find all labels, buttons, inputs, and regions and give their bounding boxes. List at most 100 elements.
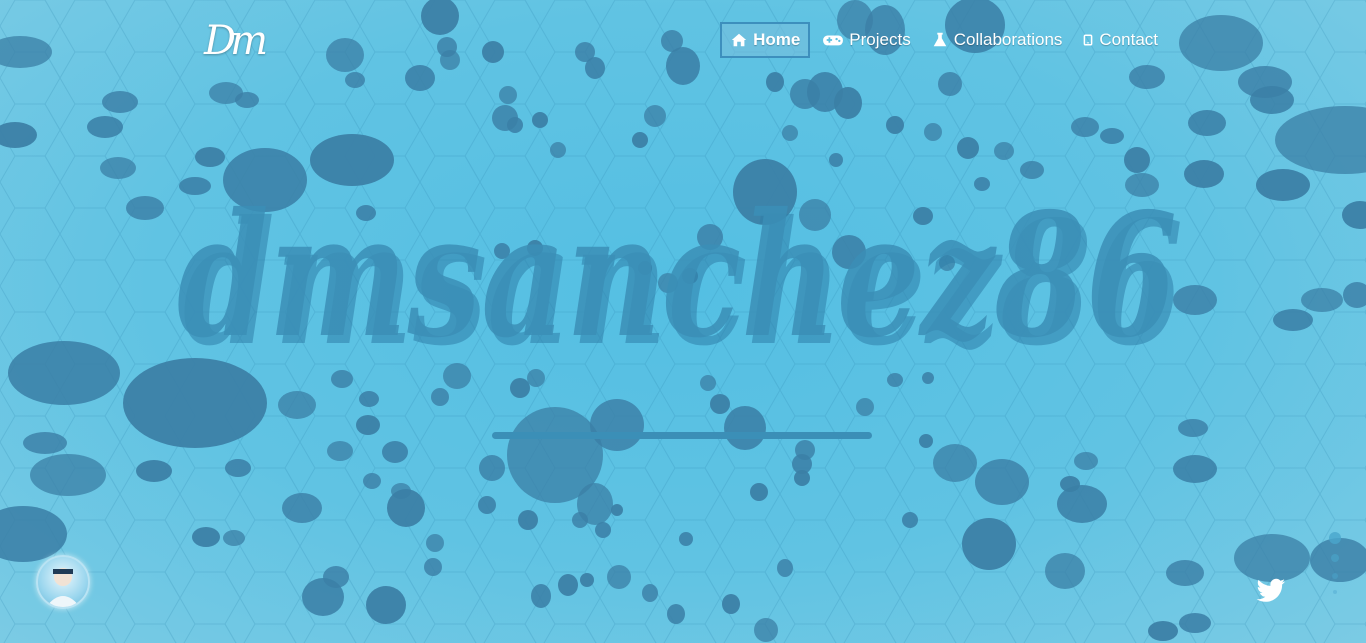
home-icon: [731, 33, 747, 47]
page-indicator-dots: [1329, 532, 1341, 594]
bubble: [345, 72, 365, 88]
bubble: [1301, 288, 1343, 312]
bubble: [482, 41, 504, 63]
bubble: [507, 117, 523, 133]
logo-text: Dm: [204, 18, 268, 64]
bubble: [0, 506, 67, 562]
bubble: [724, 406, 766, 450]
bubble: [856, 398, 874, 416]
hero-underline: [492, 432, 872, 439]
nav-collaborations-label: Collaborations: [953, 30, 1063, 49]
bubble: [782, 125, 798, 141]
bubble: [479, 455, 505, 481]
bubble: [834, 87, 862, 119]
bubble: [679, 532, 693, 546]
nav-home[interactable]: Home: [720, 22, 811, 58]
bubble: [722, 594, 740, 614]
nav-projects[interactable]: Projects: [814, 22, 918, 58]
bubble: [924, 123, 942, 141]
bubble: [1273, 309, 1313, 331]
bubble: [405, 65, 435, 91]
bubble: [1129, 65, 1165, 89]
bubble: [235, 92, 259, 108]
avatar[interactable]: [36, 555, 90, 609]
bubble: [356, 415, 380, 435]
gamepad-icon: [823, 35, 844, 46]
bubble: [327, 441, 353, 461]
bubble: [1100, 128, 1124, 144]
bubble: [642, 584, 658, 602]
bubble: [595, 522, 611, 538]
bubble: [382, 441, 408, 463]
bubble: [1178, 419, 1208, 437]
bubble: [1124, 147, 1150, 173]
hero-title: dmsanchez86 dmsanchez86: [177, 176, 1183, 384]
bubble: [766, 72, 784, 92]
bubble: [326, 38, 364, 72]
bubble: [558, 574, 578, 596]
bubble: [1074, 452, 1098, 470]
bubble: [23, 432, 67, 454]
bubble: [829, 153, 843, 167]
bubble: [632, 132, 648, 148]
bubble: [933, 444, 977, 482]
bubble: [126, 196, 164, 220]
bubble: [994, 142, 1014, 160]
bubble: [225, 459, 251, 477]
bubble: [223, 530, 245, 546]
bubble: [1179, 613, 1211, 633]
bubble: [426, 534, 444, 552]
bubble: [363, 473, 381, 489]
bubble: [8, 341, 120, 405]
bubble: [87, 116, 123, 138]
bubble: [777, 559, 793, 577]
mobile-icon: [1084, 34, 1093, 46]
main-navigation: Home Projects Collaborations Contact: [720, 22, 1166, 58]
bubble: [499, 86, 517, 104]
bubble: [902, 512, 918, 528]
bubble: [644, 105, 666, 127]
bubble: [1275, 106, 1366, 174]
nav-projects-label: Projects: [849, 30, 911, 49]
bubble: [919, 434, 933, 448]
bubble: [1148, 621, 1178, 641]
bubble: [195, 147, 225, 167]
bubble: [30, 454, 106, 496]
bubble: [282, 493, 322, 523]
bubble: [421, 0, 459, 35]
hero-title-text: dmsanchez86: [177, 176, 1177, 376]
bubble: [585, 57, 605, 79]
bubble: [975, 459, 1029, 505]
site-logo[interactable]: Dm: [200, 18, 268, 74]
bubble: [366, 586, 406, 624]
bubble: [750, 483, 768, 501]
bubble: [1250, 86, 1294, 114]
bubble: [710, 394, 730, 414]
bubble: [1179, 15, 1263, 71]
bubble: [1060, 476, 1080, 492]
bubble: [1071, 117, 1099, 137]
bubble: [437, 37, 457, 57]
bubble: [391, 483, 411, 499]
bubble: [580, 573, 594, 587]
nav-contact-label: Contact: [1099, 30, 1158, 49]
bubble: [507, 407, 603, 503]
bubble: [754, 618, 778, 642]
bubble: [938, 72, 962, 96]
twitter-icon[interactable]: [1256, 578, 1286, 604]
bubble: [192, 527, 220, 547]
nav-collaborations[interactable]: Collaborations: [923, 22, 1071, 58]
nav-contact[interactable]: Contact: [1074, 22, 1166, 58]
bubble: [478, 496, 496, 514]
flask-icon: [933, 32, 947, 47]
bubble: [1343, 282, 1366, 308]
bubble: [102, 91, 138, 113]
bubble: [0, 122, 37, 148]
bubble: [1342, 201, 1366, 229]
bubble: [1045, 553, 1085, 589]
bubble: [278, 391, 316, 419]
bubble: [1057, 485, 1107, 523]
bubble: [572, 512, 588, 528]
bubble: [666, 47, 700, 85]
bubble: [1173, 455, 1217, 483]
